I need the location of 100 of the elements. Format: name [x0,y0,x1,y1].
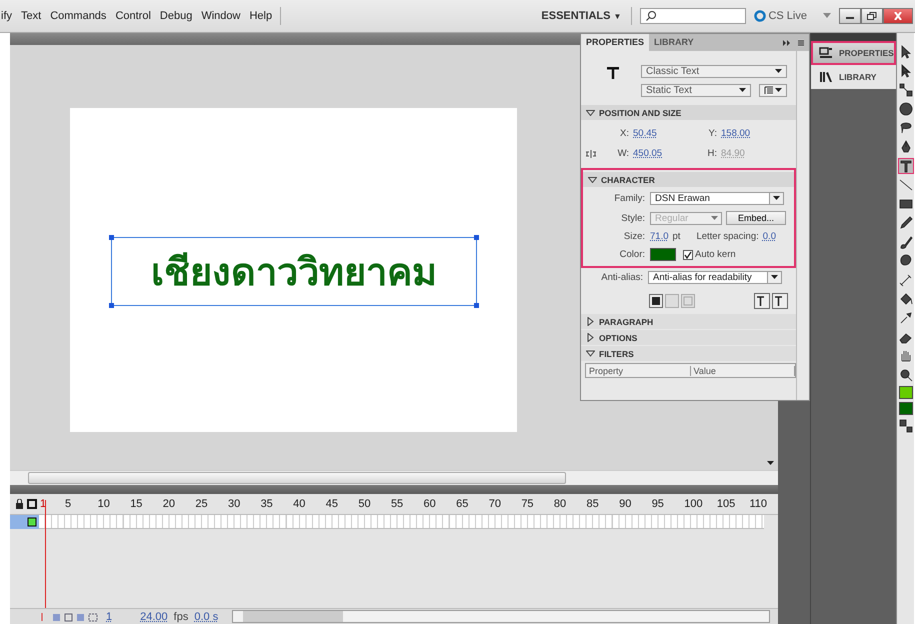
field-label: Letter spacing: [696,231,759,242]
menu-item[interactable]: Text [12,10,42,22]
timeline-buttons-icon[interactable] [40,612,100,622]
caret-icon [775,88,782,93]
zoom-icon[interactable] [898,367,914,383]
paint-bucket-icon[interactable] [898,291,914,307]
sphere-icon[interactable] [898,101,914,117]
section-header[interactable]: FILTERS [581,346,796,361]
frame-rate-unit: fps [174,610,188,622]
menu-item[interactable]: Commands [41,10,106,22]
panel-menu-icon[interactable] [783,38,805,46]
field-label: Size: [622,231,645,242]
frame-number: 25 [195,498,209,510]
text-engine-dropdown[interactable]: Classic Text [641,65,787,78]
section-header[interactable]: OPTIONS [581,330,796,345]
scrollbar-thumb[interactable] [28,472,566,484]
column-header: Property [586,366,690,376]
frame-number: 35 [260,498,274,510]
frame-number: 40 [293,498,306,510]
field-label: Y: [708,128,718,139]
frame-number: 80 [554,498,568,510]
menu-item[interactable]: Help [240,10,272,22]
frame-number: 10 [98,498,111,510]
value-field[interactable]: 158.00 [721,128,771,139]
workspace-switcher[interactable]: ESSENTIALS ▼ [539,10,624,22]
layer-row[interactable] [10,515,39,529]
scroll-down-arrow-icon[interactable] [767,461,774,466]
pencil-icon[interactable] [898,215,914,231]
caret-icon [771,275,778,280]
stage-text[interactable]: เชียงดาววิทยาคม [111,237,477,306]
lasso-icon[interactable] [898,120,914,136]
frame-number: 110 [749,498,768,510]
caret-icon [711,216,718,220]
frame-number: 45 [326,498,339,510]
section-header[interactable]: PARAGRAPH [581,314,796,329]
properties-icon [819,47,833,59]
frame-number: 70 [488,498,502,510]
field-label: X: [619,128,630,139]
line-icon[interactable] [898,177,914,193]
layer-color-icon [27,517,37,527]
text-color-swatch[interactable] [650,248,676,261]
cs-live-button[interactable]: CS Live [754,10,807,22]
cs-live-icon [754,10,766,22]
elapsed-time: 0.0 s [194,610,218,622]
timeline-scrollbar[interactable] [232,610,770,623]
current-frame: 1 [106,610,112,622]
restore-icon [867,12,877,20]
stroke-color-swatch[interactable] [898,386,912,399]
frame-number: 5 [65,498,72,510]
field-label: Color: [618,249,645,260]
menu-item[interactable]: ify [0,10,12,22]
dock-panel-button[interactable]: LIBRARY [811,65,896,89]
value-field[interactable]: 450.05 [633,148,691,159]
outline-icon[interactable] [27,499,37,509]
search-field[interactable] [640,8,746,24]
close-icon [893,12,903,20]
frame-number: 75 [521,498,535,510]
text-type-dropdown[interactable]: Static Text [641,84,751,97]
caret-icon [775,69,782,74]
value-field[interactable]: 50.45 [633,128,691,139]
embed-button[interactable]: Embed... [726,211,786,225]
field-label: Family: [613,193,645,204]
transform-icon[interactable] [898,82,914,98]
scrollbar-thumb[interactable] [243,611,344,622]
horizontal-scrollbar[interactable] [10,470,778,485]
dropdown-icon [823,13,831,19]
font-size-field[interactable]: 71.0 [650,231,668,242]
text-tool-icon[interactable] [898,158,914,174]
letter-spacing-field[interactable]: 0.0 [762,231,776,242]
lock-icon[interactable] [15,499,24,509]
section-header[interactable]: POSITION AND SIZE [581,105,796,120]
column-header: Value [690,366,795,376]
frame-number: 85 [586,498,600,510]
restore-button[interactable] [861,8,883,24]
close-button[interactable] [883,8,913,24]
menu-item[interactable]: Window [192,10,240,22]
field-label: Anti-alias: [600,272,643,283]
dock-panel-button[interactable]: PROPERTIES [811,41,896,65]
link-icon[interactable] [585,148,597,158]
frame-number: 65 [456,498,470,510]
frame-rate[interactable]: 24.00 [140,610,168,622]
caret-icon [773,196,780,201]
brush-icon[interactable] [898,234,914,250]
text-options-icon[interactable] [649,294,697,308]
panel-tab[interactable]: LIBRARY [649,34,699,51]
menu-item[interactable]: Debug [150,10,192,22]
orientation-dropdown[interactable] [759,84,787,97]
fill-color-swatch[interactable] [898,402,912,415]
frame-number: 15 [130,498,144,510]
anti-alias-dropdown[interactable]: Anti-alias for readability [648,271,782,284]
auto-kern-checkbox[interactable]: Auto kern [683,249,736,260]
panel-tab[interactable]: PROPERTIES [581,34,650,51]
superscript-subscript-icon[interactable] [754,293,788,309]
font-family-dropdown[interactable]: DSN Erawan [650,192,784,205]
minimize-button[interactable] [839,8,861,24]
frame-number: 100 [684,498,704,510]
swap-colors-icon[interactable] [898,418,914,434]
menu-item[interactable]: Control [106,10,151,22]
section-header[interactable]: CHARACTER [583,172,794,187]
frame-number: 105 [716,498,736,510]
